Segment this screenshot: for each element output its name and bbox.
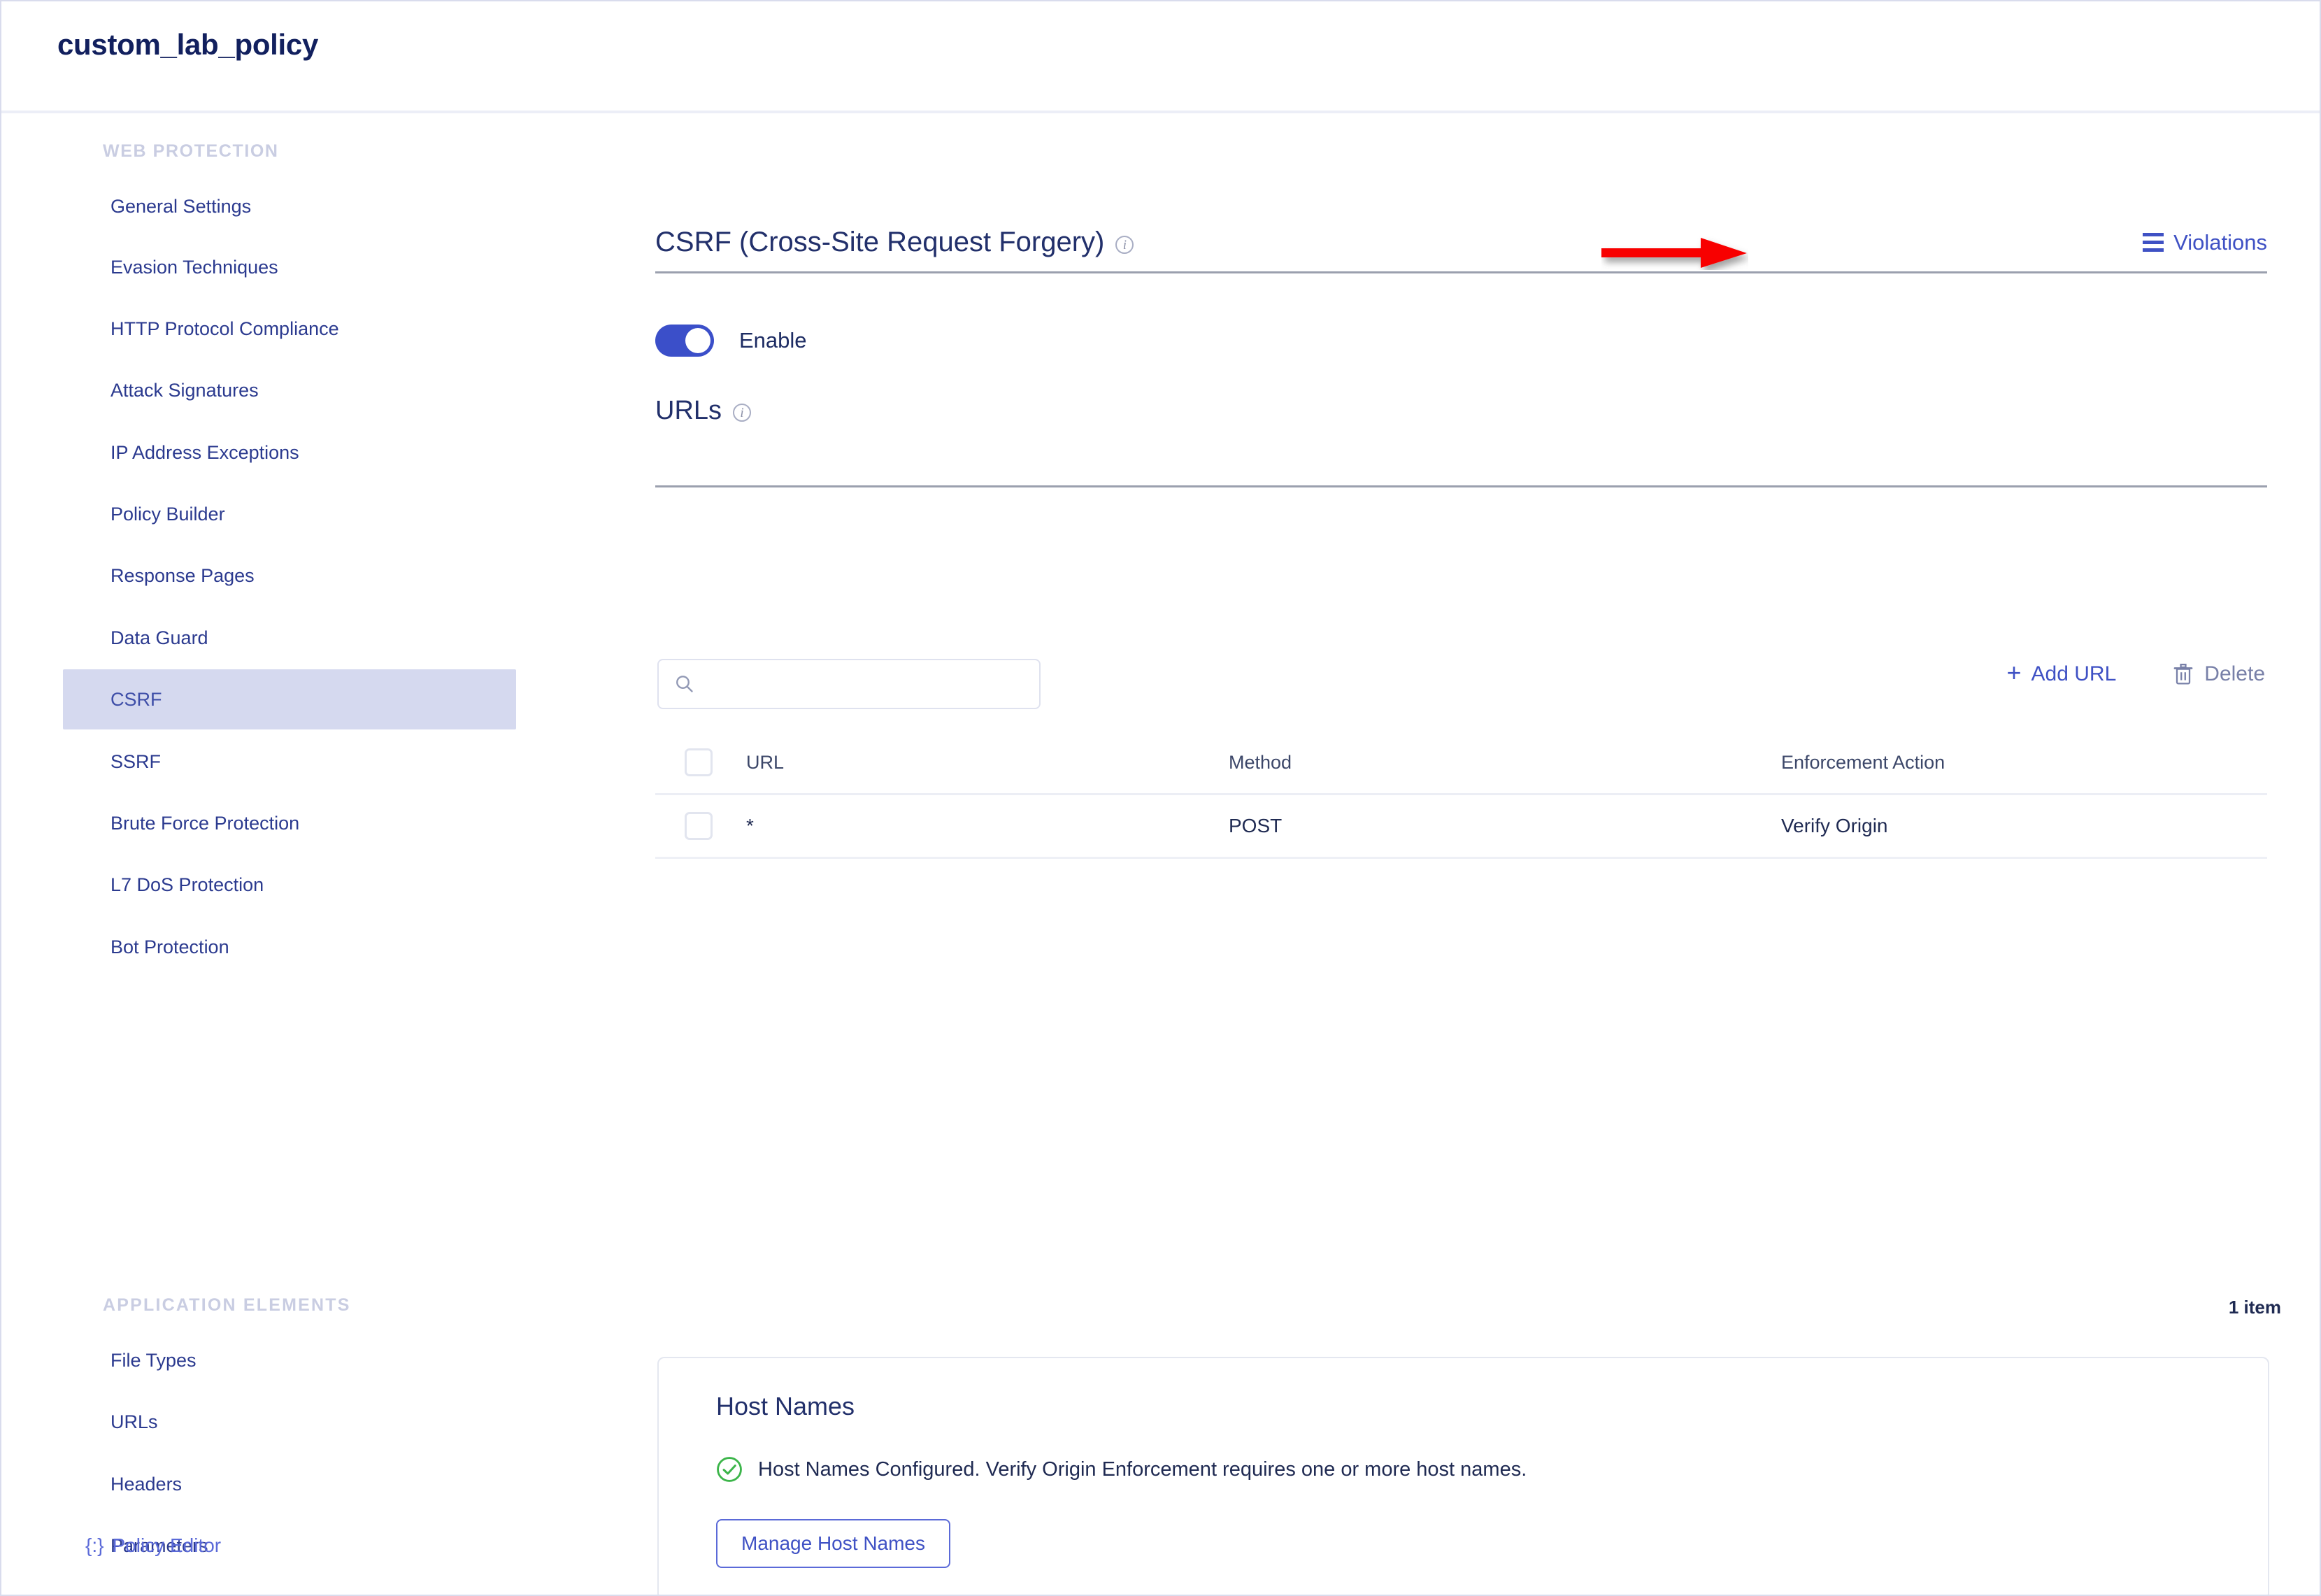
delete-label: Delete [2204,662,2265,685]
section-title-group: CSRF (Cross-Site Request Forgery) i [655,227,1134,258]
sidebar-item-label: Headers [110,1473,183,1495]
sidebar-item-policy-builder[interactable]: Policy Builder [63,484,516,544]
select-all-cell [655,748,746,776]
row-select-cell [655,812,746,840]
sidebar-item-label: Bot Protection [110,936,229,957]
delete-button[interactable]: Delete [2173,662,2265,686]
sidebar-item-data-guard[interactable]: Data Guard [63,608,516,668]
trash-icon [2173,664,2193,685]
host-names-title: Host Names [716,1392,855,1420]
search-box[interactable] [657,659,1041,709]
sidebar-item-label: Brute Force Protection [110,812,300,834]
sidebar-item-label: IP Address Exceptions [110,441,299,463]
main-content: CSRF (Cross-Site Request Forgery) i Viol… [655,116,2320,1595]
plus-icon: + [2006,658,2022,687]
cell-url[interactable]: * [746,815,1229,837]
cell-enforcement-action: Verify Origin [1781,815,1888,836]
sidebar-item-label: Policy Builder [110,503,225,525]
urls-section-title: URLs i [655,396,752,426]
column-header-method[interactable]: Method [1229,752,1781,774]
sidebar-item-ssrf[interactable]: SSRF [63,732,516,792]
sidebar-item-label: Evasion Techniques [110,256,278,278]
section-header: CSRF (Cross-Site Request Forgery) i Viol… [655,227,2267,258]
host-names-panel: Host Names Host Names Configured. Verify… [657,1357,2269,1595]
enable-toggle-row: Enable [655,325,807,357]
sidebar-item-label: Response Pages [110,564,255,586]
table-row[interactable]: * POST Verify Origin [655,795,2267,859]
sidebar-item-l7-dos-protection[interactable]: L7 DoS Protection [63,855,516,915]
manage-host-names-button[interactable]: Manage Host Names [716,1519,951,1568]
sidebar-item-label: CSRF [110,688,162,710]
sidebar-item-label: L7 DoS Protection [110,874,264,895]
sidebar-item-urls[interactable]: URLs [63,1392,516,1452]
add-url-label: Add URL [2031,662,2117,685]
app-window: custom_lab_policy WEB PROTECTION General… [0,0,2321,1596]
sidebar-item-csrf[interactable]: CSRF [63,669,516,729]
sidebar-group-label-web-protection: WEB PROTECTION [103,141,279,161]
sidebar-item-label: Attack Signatures [110,379,259,401]
sidebar-item-label: HTTP Protocol Compliance [110,318,339,339]
column-header-enforcement-action[interactable]: Enforcement Action [1781,752,2267,774]
sidebar-item-general-settings[interactable]: General Settings [63,176,516,236]
violations-link[interactable]: Violations [2143,230,2267,255]
sidebar-item-attack-signatures[interactable]: Attack Signatures [63,360,516,420]
enable-toggle[interactable] [655,325,714,357]
sidebar-item-brute-force-protection[interactable]: Brute Force Protection [63,793,516,853]
violations-label: Violations [2173,229,2267,255]
success-check-icon [717,1457,742,1482]
add-url-button[interactable]: + Add URL [2006,658,2117,687]
select-all-checkbox[interactable] [685,748,713,776]
sidebar-item-label: URLs [110,1411,158,1432]
sidebar-item-label: File Types [110,1349,197,1371]
column-header-url[interactable]: URL [746,752,1229,774]
section-title-text: CSRF (Cross-Site Request Forgery) [655,227,1105,257]
urls-divider [655,485,2267,487]
toggle-knob [685,328,710,353]
host-names-status: Host Names Configured. Verify Origin Enf… [716,1456,1527,1483]
sidebar-item-file-types[interactable]: File Types [63,1330,516,1390]
sidebar-item-evasion-techniques[interactable]: Evasion Techniques [63,237,516,297]
app-header: custom_lab_policy [1,1,2320,113]
policy-editor-link[interactable]: {:} Policy Editor [85,1534,221,1557]
row-checkbox[interactable] [685,812,713,840]
urls-table: URL Method Enforcement Action * POST Ver… [655,732,2267,859]
search-input[interactable] [705,672,1001,696]
table-header-row: URL Method Enforcement Action [655,732,2267,795]
info-icon[interactable]: i [1115,236,1134,254]
sidebar-group-label-application-elements: APPLICATION ELEMENTS [103,1295,351,1315]
page-title: custom_lab_policy [57,28,319,61]
search-icon [676,676,693,692]
sidebar-item-http-protocol-compliance[interactable]: HTTP Protocol Compliance [63,299,516,359]
urls-info-icon[interactable]: i [733,404,752,422]
code-braces-icon: {:} [85,1534,104,1556]
table-actions: + Add URL Delete [2006,658,2265,687]
host-names-status-text: Host Names Configured. Verify Origin Enf… [758,1458,1527,1481]
urls-title-text: URLs [655,396,722,425]
cell-method: POST [1229,815,1283,836]
sidebar-nav: WEB PROTECTION General Settings Evasion … [1,116,575,1595]
enable-label: Enable [739,328,807,352]
sidebar-item-label: SSRF [110,750,162,772]
sidebar-item-response-pages[interactable]: Response Pages [63,546,516,606]
policy-editor-label: Policy Editor [112,1534,222,1556]
sidebar-item-label: Data Guard [110,627,208,648]
section-divider [655,271,2267,273]
sidebar-item-ip-address-exceptions[interactable]: IP Address Exceptions [63,422,516,483]
sidebar-item-bot-protection[interactable]: Bot Protection [63,917,516,977]
sidebar-item-label: General Settings [110,195,252,217]
list-icon [2143,233,2164,252]
sidebar-item-headers[interactable]: Headers [63,1454,516,1514]
item-count: 1 item [2228,1297,2281,1318]
